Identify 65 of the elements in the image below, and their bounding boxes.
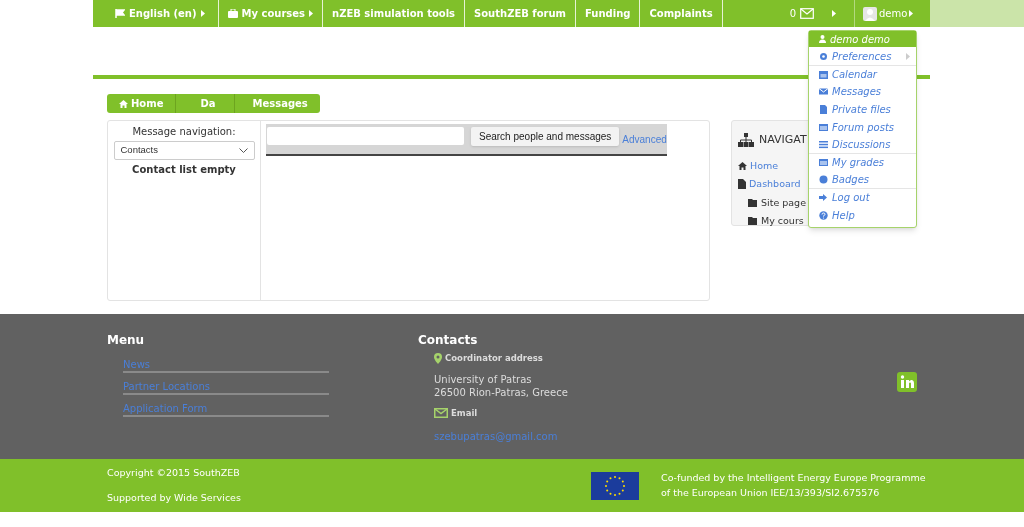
navigation-label: Message navigation: bbox=[132, 125, 236, 139]
menu-header: demo demo bbox=[830, 32, 890, 47]
table-icon bbox=[819, 157, 828, 167]
messages-toggle[interactable]: 0 bbox=[779, 0, 855, 27]
circle-icon bbox=[819, 174, 828, 184]
funding-text: Co-funded by the Intelligent Energy Europe Programme bbox=[661, 471, 926, 486]
funding-text: of the European Union IEE/13/393/SI2.675576 bbox=[661, 485, 881, 500]
breadcrumb-link[interactable]: Messages bbox=[233, 94, 320, 113]
nav-link[interactable]: Complaints bbox=[640, 0, 723, 27]
briefcase-icon bbox=[227, 9, 238, 18]
sign-out-icon bbox=[819, 193, 828, 203]
menu-item[interactable]: Private files bbox=[809, 100, 916, 119]
nav-link[interactable]: English (en) bbox=[93, 0, 219, 27]
chevron-down-icon bbox=[238, 148, 248, 153]
caret-icon bbox=[832, 10, 836, 17]
empty-list-text: Contact list empty bbox=[132, 163, 236, 177]
envelope-icon bbox=[434, 408, 448, 419]
user-icon bbox=[819, 35, 826, 43]
nav-link[interactable]: Funding bbox=[576, 0, 641, 27]
breadcrumb-link[interactable]: Da bbox=[175, 94, 234, 113]
footer-heading: Menu bbox=[107, 332, 146, 349]
gear-icon bbox=[819, 51, 828, 61]
home-icon bbox=[119, 99, 128, 108]
linkedin-icon[interactable] bbox=[897, 372, 917, 392]
calendar-icon bbox=[819, 69, 828, 79]
menu-item[interactable]: Calendar bbox=[809, 65, 916, 84]
user-menu-toggle[interactable]: demo bbox=[855, 0, 930, 27]
address-line: University of Patras bbox=[434, 372, 533, 386]
nav-link[interactable]: SouthZEB forum bbox=[465, 0, 576, 27]
nav-link[interactable]: My courses bbox=[218, 0, 324, 27]
envelope-icon bbox=[800, 8, 814, 19]
supported-text: Supported by Wide Services bbox=[107, 491, 242, 505]
help-icon bbox=[819, 210, 828, 220]
list-icon bbox=[819, 139, 828, 149]
envelope-icon bbox=[819, 87, 828, 97]
footer-heading: Contacts bbox=[418, 332, 479, 349]
contact-label: Email bbox=[451, 406, 478, 420]
document-icon bbox=[738, 179, 746, 190]
caret-icon bbox=[909, 10, 914, 17]
contact-label: Coordinator address bbox=[445, 352, 543, 365]
table-icon bbox=[819, 122, 828, 132]
block-title: NAVIGAT bbox=[759, 131, 807, 148]
eu-flag-icon bbox=[591, 471, 639, 500]
search-button[interactable]: Search people and messages bbox=[471, 127, 620, 146]
nav-link[interactable]: nZEB simulation tools bbox=[323, 0, 466, 27]
home-icon bbox=[738, 162, 747, 171]
menu-item[interactable]: Discussions bbox=[809, 135, 916, 154]
sitemap-icon bbox=[738, 133, 754, 147]
document-icon bbox=[819, 105, 828, 115]
menu-item[interactable]: Messages bbox=[809, 83, 916, 101]
advanced-link[interactable]: Advanced bbox=[622, 132, 667, 147]
menu-item[interactable]: Forum posts bbox=[809, 118, 916, 136]
menu-item[interactable]: My grades bbox=[809, 153, 916, 172]
breadcrumb-link[interactable]: Home bbox=[107, 94, 176, 113]
menu-item[interactable]: Log out bbox=[809, 188, 916, 207]
menu-item[interactable]: Preferences bbox=[809, 48, 916, 66]
search-field[interactable] bbox=[267, 127, 464, 145]
contacts-dropdown[interactable]: Contacts bbox=[113, 141, 255, 160]
address-line: 26500 Rion-Patras, Greece bbox=[434, 385, 568, 399]
map-pin-icon bbox=[434, 352, 442, 364]
menu-item[interactable]: Help bbox=[809, 206, 916, 224]
flag-icon bbox=[115, 9, 125, 18]
avatar-icon bbox=[863, 6, 877, 21]
copyright-text: Copyright ©2015 SouthZEB bbox=[107, 465, 241, 480]
menu-item[interactable]: Badges bbox=[809, 171, 916, 189]
